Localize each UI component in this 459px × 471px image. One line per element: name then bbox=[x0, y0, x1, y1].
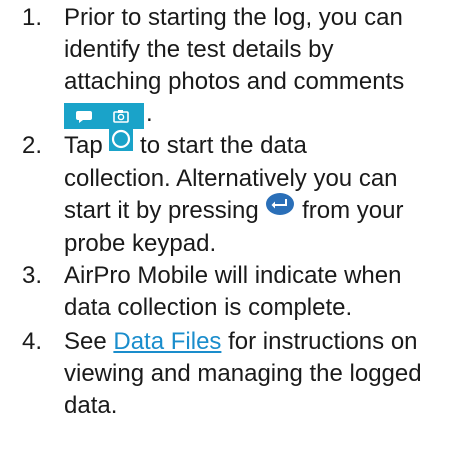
step-line: See bbox=[64, 328, 107, 355]
step-line: attaching photos and comments bbox=[64, 68, 405, 95]
step-number: 4. bbox=[22, 328, 43, 355]
step-line: Tap bbox=[64, 132, 103, 159]
step-line: identify the test details by bbox=[64, 36, 334, 63]
step-text: Tap to start the data collection. Altern… bbox=[64, 127, 454, 260]
instruction-steps: 1. Prior to starting the log, you can id… bbox=[0, 0, 459, 471]
attach-toolbar bbox=[64, 102, 144, 129]
step-line: AirPro Mobile will indicate when bbox=[64, 262, 402, 289]
camera-icon[interactable] bbox=[113, 109, 129, 123]
step-line: start it by pressing bbox=[64, 197, 259, 225]
data-files-link[interactable]: Data Files bbox=[113, 328, 221, 355]
step-line: from your bbox=[302, 197, 404, 225]
step-line: probe keypad. bbox=[64, 230, 217, 258]
step-line: . bbox=[146, 100, 153, 127]
comment-icon[interactable] bbox=[76, 110, 92, 123]
step-text: Prior to starting the log, you can ident… bbox=[64, 2, 454, 130]
step-line: data. bbox=[64, 392, 118, 419]
step-line: for instructions on bbox=[228, 328, 418, 355]
step-number: 1. bbox=[22, 4, 43, 31]
step-number: 3. bbox=[22, 262, 43, 289]
step-line: to start the data bbox=[140, 132, 307, 159]
step-line: collection. Alternatively you can bbox=[64, 165, 398, 193]
record-circle-icon bbox=[109, 127, 134, 160]
step-text: See Data Files for instructions on viewi… bbox=[64, 326, 454, 422]
step-line: viewing and managing the logged bbox=[64, 360, 422, 387]
step-number: 2. bbox=[22, 132, 43, 159]
step-line: data collection is complete. bbox=[64, 294, 353, 321]
enter-key-icon bbox=[265, 192, 295, 225]
step-text: AirPro Mobile will indicate when data co… bbox=[64, 260, 454, 324]
step-line: Prior to starting the log, you can bbox=[64, 4, 403, 31]
